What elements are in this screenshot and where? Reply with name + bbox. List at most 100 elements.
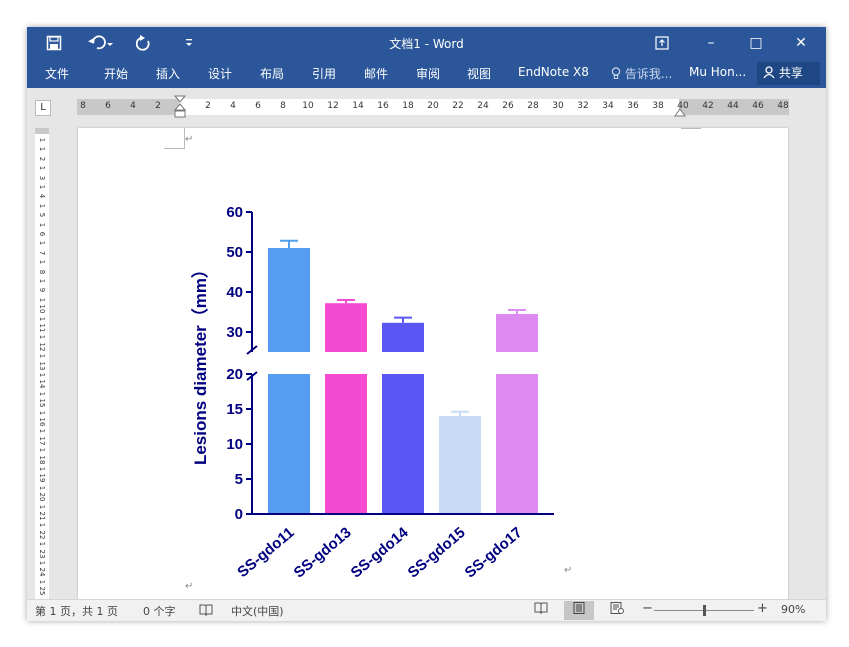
tab-layout[interactable]: 布局 <box>260 65 284 82</box>
zoom-level[interactable]: 90% <box>781 603 805 616</box>
y-tick-label: 5 <box>235 471 243 488</box>
tab-review[interactable]: 审阅 <box>416 65 440 82</box>
y-axis-label: Lesions diameter（mm） <box>190 261 210 465</box>
web-layout-button[interactable] <box>602 601 632 620</box>
ruler-tick-label: 16 <box>377 101 389 111</box>
ruler-tick-label: 18 <box>402 101 414 111</box>
maximize-button[interactable]: □ <box>736 31 776 55</box>
ruler-tick-label: 14 <box>352 101 364 111</box>
ruler-tick-label: 26 <box>502 101 514 111</box>
tab-selector[interactable]: L <box>35 100 51 116</box>
y-tick-label: 60 <box>226 204 243 221</box>
ruler-tick-label: 2 <box>205 101 211 111</box>
tell-me-label: 告诉我... <box>624 67 673 81</box>
ribbon-tabs: 文件 开始 插入 设计 布局 引用 邮件 审阅 视图 EndNote X8 告诉… <box>27 59 826 88</box>
zoom-out-button[interactable]: − <box>642 601 653 616</box>
word-window: 文档1 - Word – □ ✕ 文件 开始 插入 设计 布局 引用 邮件 审阅… <box>27 27 826 621</box>
tab-design[interactable]: 设计 <box>208 65 232 82</box>
lightbulb-icon <box>611 67 625 81</box>
x-tick-label: SS-gdo13 <box>291 524 355 581</box>
zoom-slider-thumb[interactable] <box>703 605 706 616</box>
margin-corner-mark <box>681 128 701 131</box>
chart-bar <box>439 416 481 514</box>
x-tick-label: SS-gdo14 <box>348 524 412 582</box>
tab-endnote[interactable]: EndNote X8 <box>518 65 589 79</box>
proofing-icon[interactable] <box>199 603 213 619</box>
indent-marker[interactable] <box>173 95 187 125</box>
vertical-ruler[interactable]: 1 1 2 1 3 1 4 1 5 1 6 1 7 1 8 1 9 1 10 1 11 1 12 1 13 1 14 1 15 1 16 1 1… <box>35 128 49 603</box>
chart-bar <box>268 248 310 352</box>
print-layout-button[interactable] <box>564 601 594 620</box>
ruler-tick-label: 40 <box>677 101 689 111</box>
tab-file[interactable]: 文件 <box>45 65 69 82</box>
ruler-tick-label: 4 <box>130 101 136 111</box>
chart-bar <box>268 374 310 514</box>
ruler-tick-label: 20 <box>427 101 439 111</box>
language[interactable]: 中文(中国) <box>231 603 284 619</box>
ruler-tick-label: 8 <box>280 101 286 111</box>
chart-bar <box>382 322 424 352</box>
chart-bar <box>325 303 367 352</box>
ruler-tick-label: 34 <box>602 101 614 111</box>
title-bar: 文档1 - Word – □ ✕ <box>27 27 826 59</box>
y-tick-label: 20 <box>226 366 243 383</box>
close-button[interactable]: ✕ <box>781 31 821 55</box>
ruler-tick-label: 12 <box>327 101 339 111</box>
read-mode-button[interactable] <box>526 601 556 620</box>
user-account[interactable]: Mu Hon... <box>689 65 746 79</box>
x-tick-label: SS-gdo15 <box>405 524 469 581</box>
ruler-tick-label: 6 <box>105 101 111 111</box>
chart-bar <box>496 374 538 514</box>
ruler-tick-label: 24 <box>477 101 489 111</box>
x-tick-label: SS-gdo17 <box>462 524 526 581</box>
margin-corner-mark <box>164 128 185 149</box>
y-tick-label: 0 <box>235 506 243 523</box>
share-label: 共享 <box>778 66 803 80</box>
ruler-tick-label: 36 <box>627 101 639 111</box>
ruler-tick-label: 4 <box>230 101 236 111</box>
ruler-tick-label: 46 <box>752 101 764 111</box>
ruler-tick-label: 28 <box>527 101 539 111</box>
y-tick-label: 40 <box>226 284 243 301</box>
ruler-tick-label: 6 <box>255 101 261 111</box>
ruler-tick-label: 10 <box>302 101 314 111</box>
status-bar: 第 1 页，共 1 页 0 个字 中文(中国) − + 90% <box>27 599 826 621</box>
zoom-slider[interactable] <box>654 605 754 616</box>
bar-chart[interactable]: SS-gdo11SS-gdo13SS-gdo14SS-gdo15SS-gdo17… <box>188 158 588 598</box>
ruler-tick-label: 48 <box>777 101 789 111</box>
ribbon-display-options-icon[interactable] <box>651 33 673 53</box>
ruler-tick-label: 2 <box>155 101 161 111</box>
ruler-bar: L 8 6 4 2 2 4 6 8 10 12 14 16 18 20 22 24 26 28 30 32 34 36 38… <box>27 88 826 122</box>
tab-home[interactable]: 开始 <box>104 65 128 82</box>
ruler-tick-label: 8 <box>80 101 86 111</box>
ruler-tick-label: 22 <box>452 101 464 111</box>
y-tick-label: 50 <box>226 244 243 261</box>
ruler-tick-label: 32 <box>577 101 589 111</box>
tell-me-box[interactable]: 告诉我... <box>611 65 672 82</box>
ruler-tick-label: 25 <box>38 586 46 596</box>
tab-insert[interactable]: 插入 <box>156 65 180 82</box>
y-tick-label: 15 <box>226 401 243 418</box>
document-page[interactable]: ↵ ↵ ↵ SS-gdo11 SS-gdo13 SS-gdo14 SS-gdo15 SS… <box>78 128 788 603</box>
tab-mailings[interactable]: 邮件 <box>364 65 388 82</box>
paragraph-mark-icon: ↵ <box>185 134 194 145</box>
y-tick-label: 10 <box>226 436 243 453</box>
y-tick-label: 30 <box>226 324 243 341</box>
horizontal-ruler[interactable]: 8 6 4 2 2 4 6 8 10 12 14 16 18 20 22 24 26 28 30 32 34 36 38 40… <box>77 95 789 118</box>
person-icon <box>763 66 779 80</box>
ruler-tick-label: 42 <box>702 101 714 111</box>
minimize-button[interactable]: – <box>691 31 731 55</box>
tab-references[interactable]: 引用 <box>312 65 336 82</box>
share-button[interactable]: 共享 <box>757 62 820 85</box>
page-count[interactable]: 第 1 页，共 1 页 <box>35 603 118 619</box>
ruler-tick-label: 30 <box>552 101 564 111</box>
chart-bar <box>496 314 538 352</box>
chart-bar <box>382 374 424 514</box>
word-count[interactable]: 0 个字 <box>143 603 176 619</box>
chart-bar <box>325 374 367 514</box>
x-tick-label: SS-gdo11 <box>234 524 297 581</box>
tab-view[interactable]: 视图 <box>467 65 491 82</box>
ruler-tick-label: 38 <box>652 101 664 111</box>
zoom-in-button[interactable]: + <box>757 601 768 616</box>
ruler-tick-label: 44 <box>727 101 739 111</box>
